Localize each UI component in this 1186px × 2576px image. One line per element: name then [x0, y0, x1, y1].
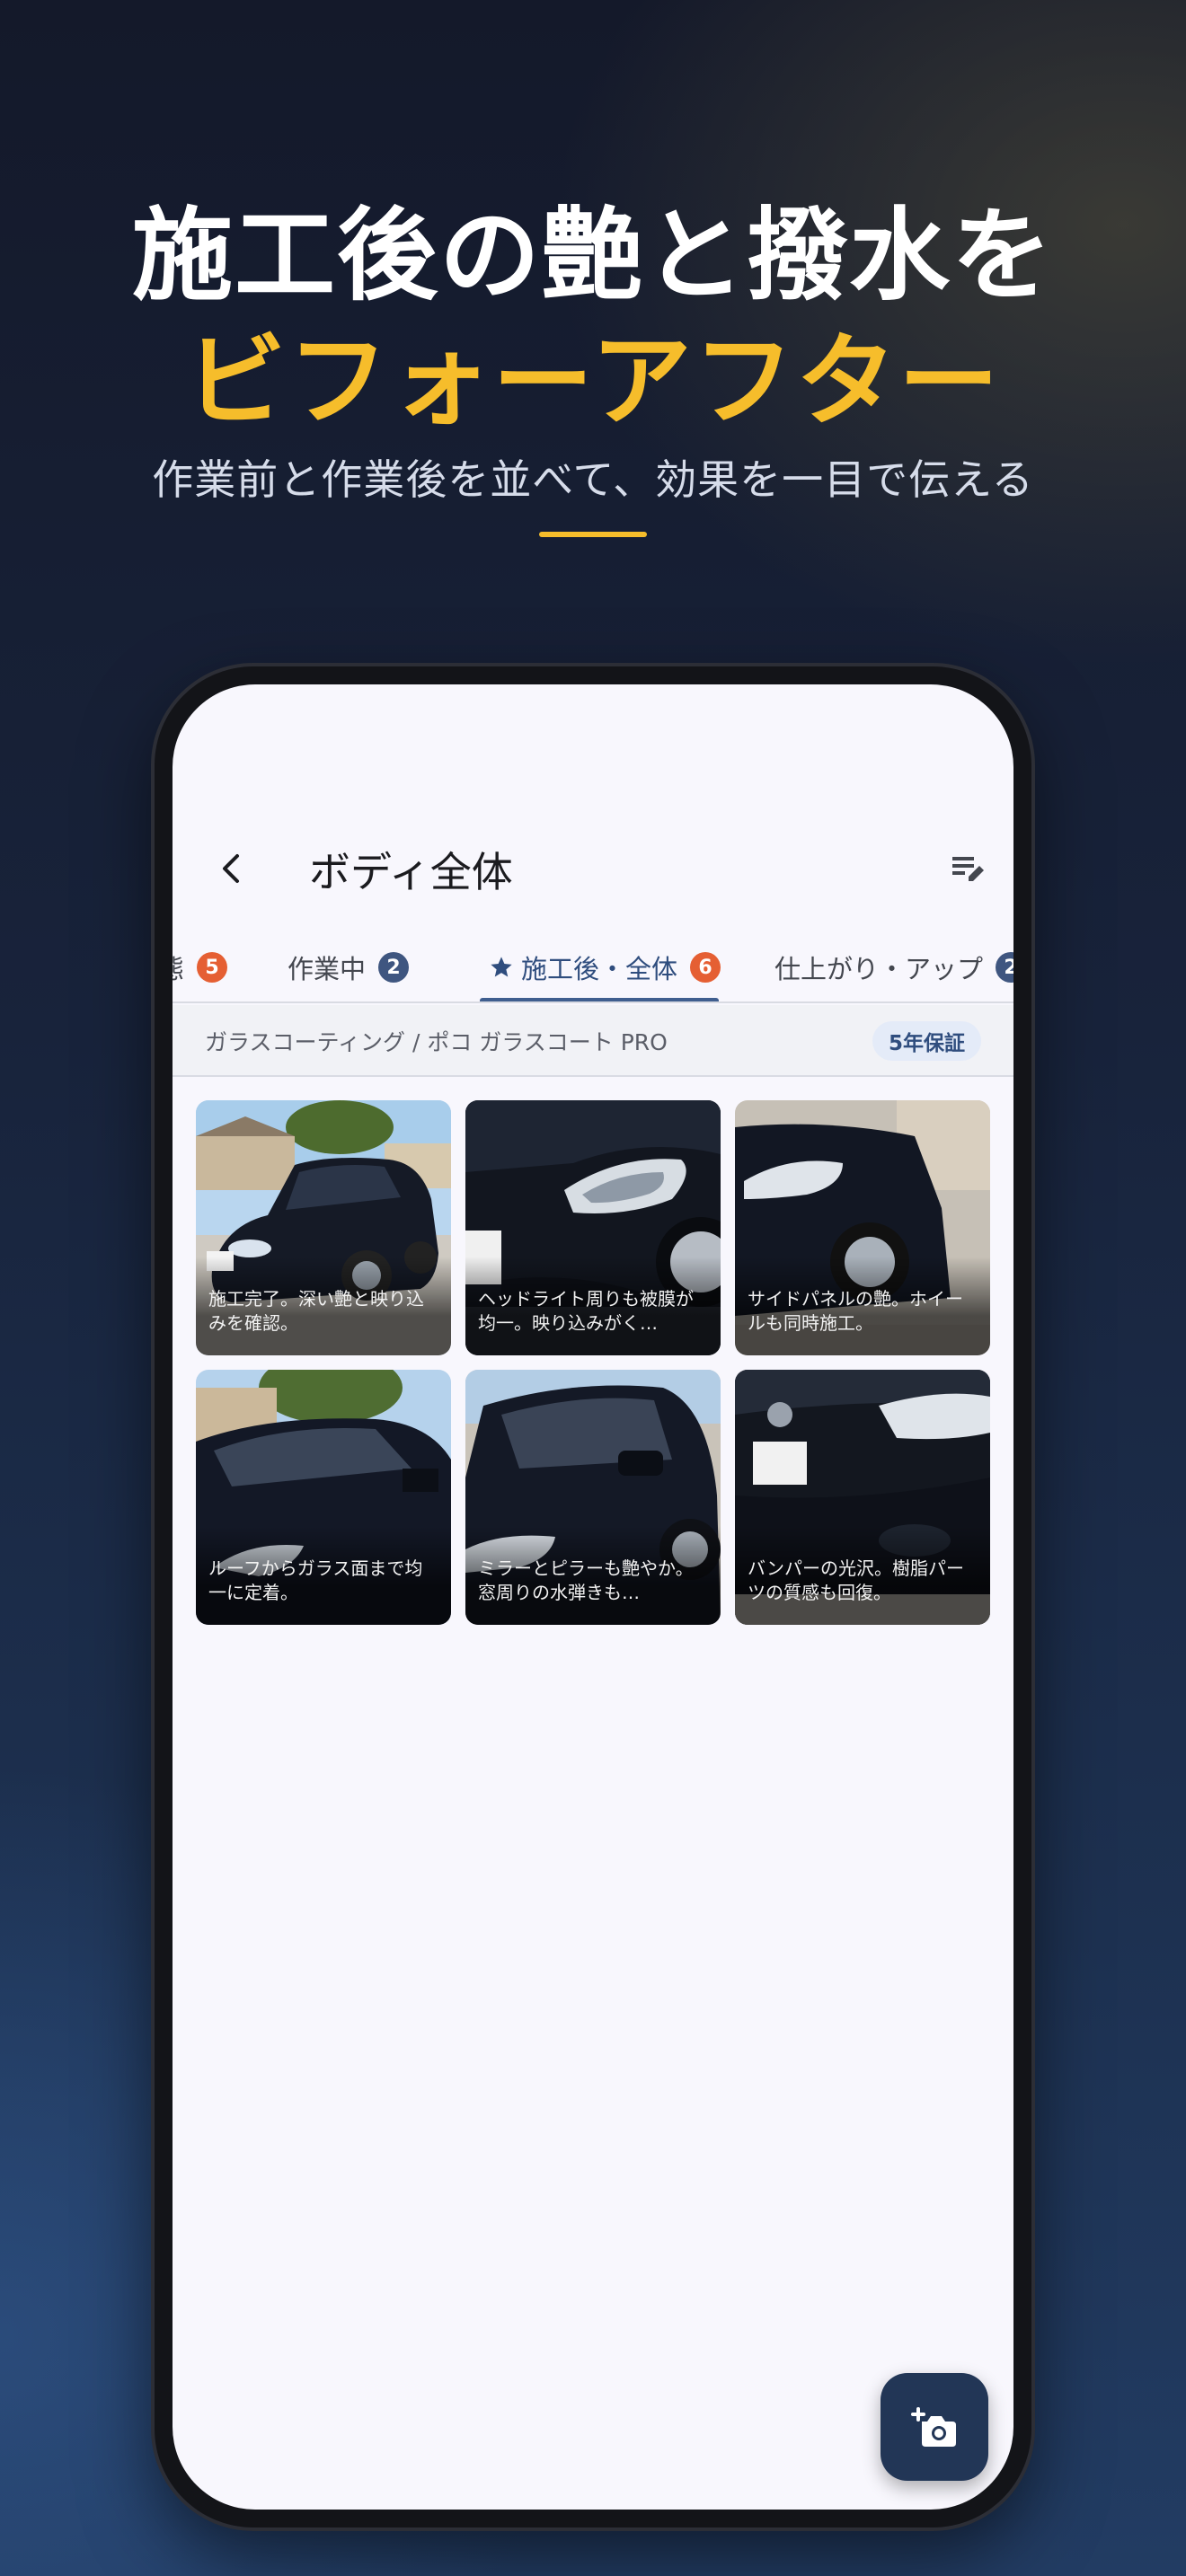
headline-line-2: ビフォーアフター: [185, 323, 1001, 440]
add-photo-button[interactable]: [881, 2373, 988, 2481]
photo-caption: ルーフからガラス面まで均一に定着。: [196, 1526, 451, 1625]
service-info-bar: ガラスコーティング / ポコ ガラスコート PRO 5年保証: [173, 1005, 1013, 1077]
tab-label: 仕上がり・アップ: [774, 954, 984, 984]
star-icon: [491, 957, 512, 977]
tab-count-badge: 6: [690, 952, 721, 983]
category-tabs: 態 5 作業中 2 施工後・全体 6 仕上がり・アップ 2: [173, 931, 1013, 1003]
tab-count-badge: 2: [378, 952, 410, 983]
tab-label: 作業中: [288, 954, 367, 984]
tab-before[interactable]: 態 5: [173, 931, 228, 1001]
active-tab-indicator: [480, 998, 719, 1001]
photo-caption: 施工完了。深い艶と映り込みを確認。: [196, 1257, 451, 1355]
tab-finish-closeup[interactable]: 仕上がり・アップ 2: [774, 931, 1013, 1001]
back-button[interactable]: [205, 842, 259, 895]
app-screen: ボディ全体 態 5 作業中 2: [173, 684, 1013, 2510]
accent-divider: [539, 532, 647, 537]
chevron-left-icon: [223, 854, 239, 883]
photo-tile[interactable]: ヘッドライト周りも被膜が均一。映り込みがく…: [465, 1100, 721, 1355]
photo-tile[interactable]: バンパーの光沢。樹脂パーツの質感も回復。: [735, 1370, 990, 1625]
photo-tile[interactable]: ミラーとピラーも艶やか。窓周りの水弾きも…: [465, 1370, 721, 1625]
edit-note-icon: [952, 857, 984, 881]
photo-caption: ヘッドライト周りも被膜が均一。映り込みがく…: [465, 1257, 721, 1355]
service-name: ガラスコーティング / ポコ ガラスコート PRO: [205, 1029, 668, 1055]
photo-tile[interactable]: ルーフからガラス面まで均一に定着。: [196, 1370, 451, 1625]
photo-tile[interactable]: サイドパネルの艶。ホイールも同時施工。: [735, 1100, 990, 1355]
promo-headline: 施工後の艶と撥水を ビフォーアフター: [0, 193, 1186, 445]
tab-after-full[interactable]: 施工後・全体 6: [489, 931, 721, 1001]
tab-label: 施工後・全体: [521, 954, 678, 984]
page-title: ボディ全体: [309, 848, 513, 896]
warranty-badge: 5年保証: [872, 1021, 981, 1061]
photo-tile[interactable]: 施工完了。深い艶と映り込みを確認。: [196, 1100, 451, 1355]
promo-subtitle: 作業前と作業後を並べて、効果を一目で伝える: [152, 455, 1034, 504]
top-app-bar: ボディ全体: [173, 824, 1013, 913]
edit-notes-button[interactable]: [942, 842, 996, 895]
photo-caption: サイドパネルの艶。ホイールも同時施工。: [735, 1257, 990, 1355]
photo-caption: ミラーとピラーも艶やか。窓周りの水弾きも…: [465, 1526, 721, 1625]
photo-caption: バンパーの光沢。樹脂パーツの質感も回復。: [735, 1526, 990, 1625]
tab-count-badge: 5: [197, 952, 228, 983]
tab-in-progress[interactable]: 作業中 2: [288, 931, 410, 1001]
phone-frame: ボディ全体 態 5 作業中 2: [155, 666, 1031, 2527]
headline-line-1: 施工後の艶と撥水を: [132, 198, 1054, 314]
tab-label: 態: [173, 948, 184, 986]
tab-count-badge: 2: [996, 952, 1013, 983]
add-photo-icon: [911, 2407, 956, 2447]
